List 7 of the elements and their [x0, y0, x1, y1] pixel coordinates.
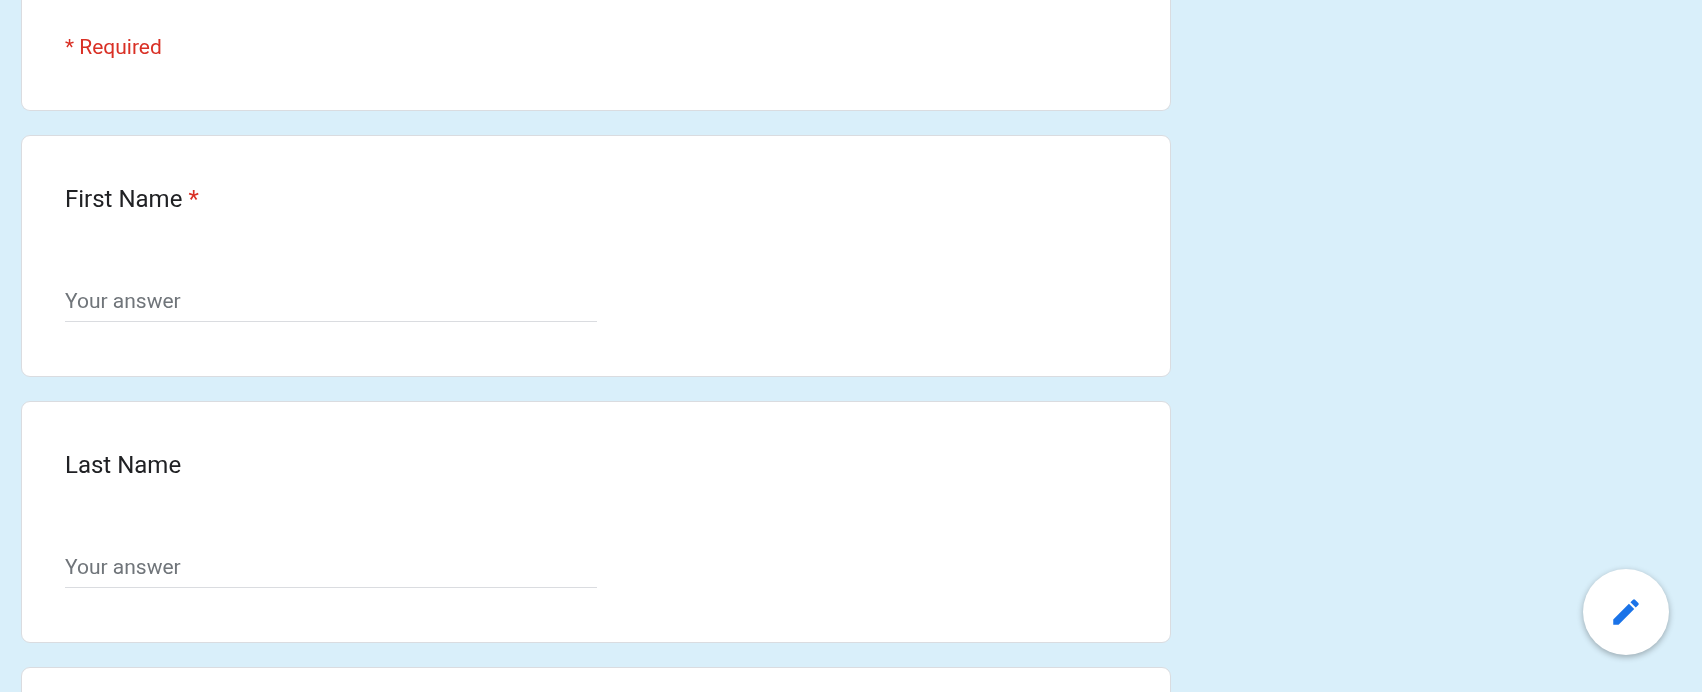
- question-title: Last Name: [65, 450, 182, 481]
- question-title: First Name: [65, 184, 183, 215]
- answer-field[interactable]: Your answer: [65, 546, 597, 588]
- required-note: * Required: [65, 34, 163, 61]
- answer-field[interactable]: Your answer: [65, 280, 597, 322]
- edit-button[interactable]: [1583, 569, 1669, 655]
- required-asterisk: *: [188, 184, 199, 215]
